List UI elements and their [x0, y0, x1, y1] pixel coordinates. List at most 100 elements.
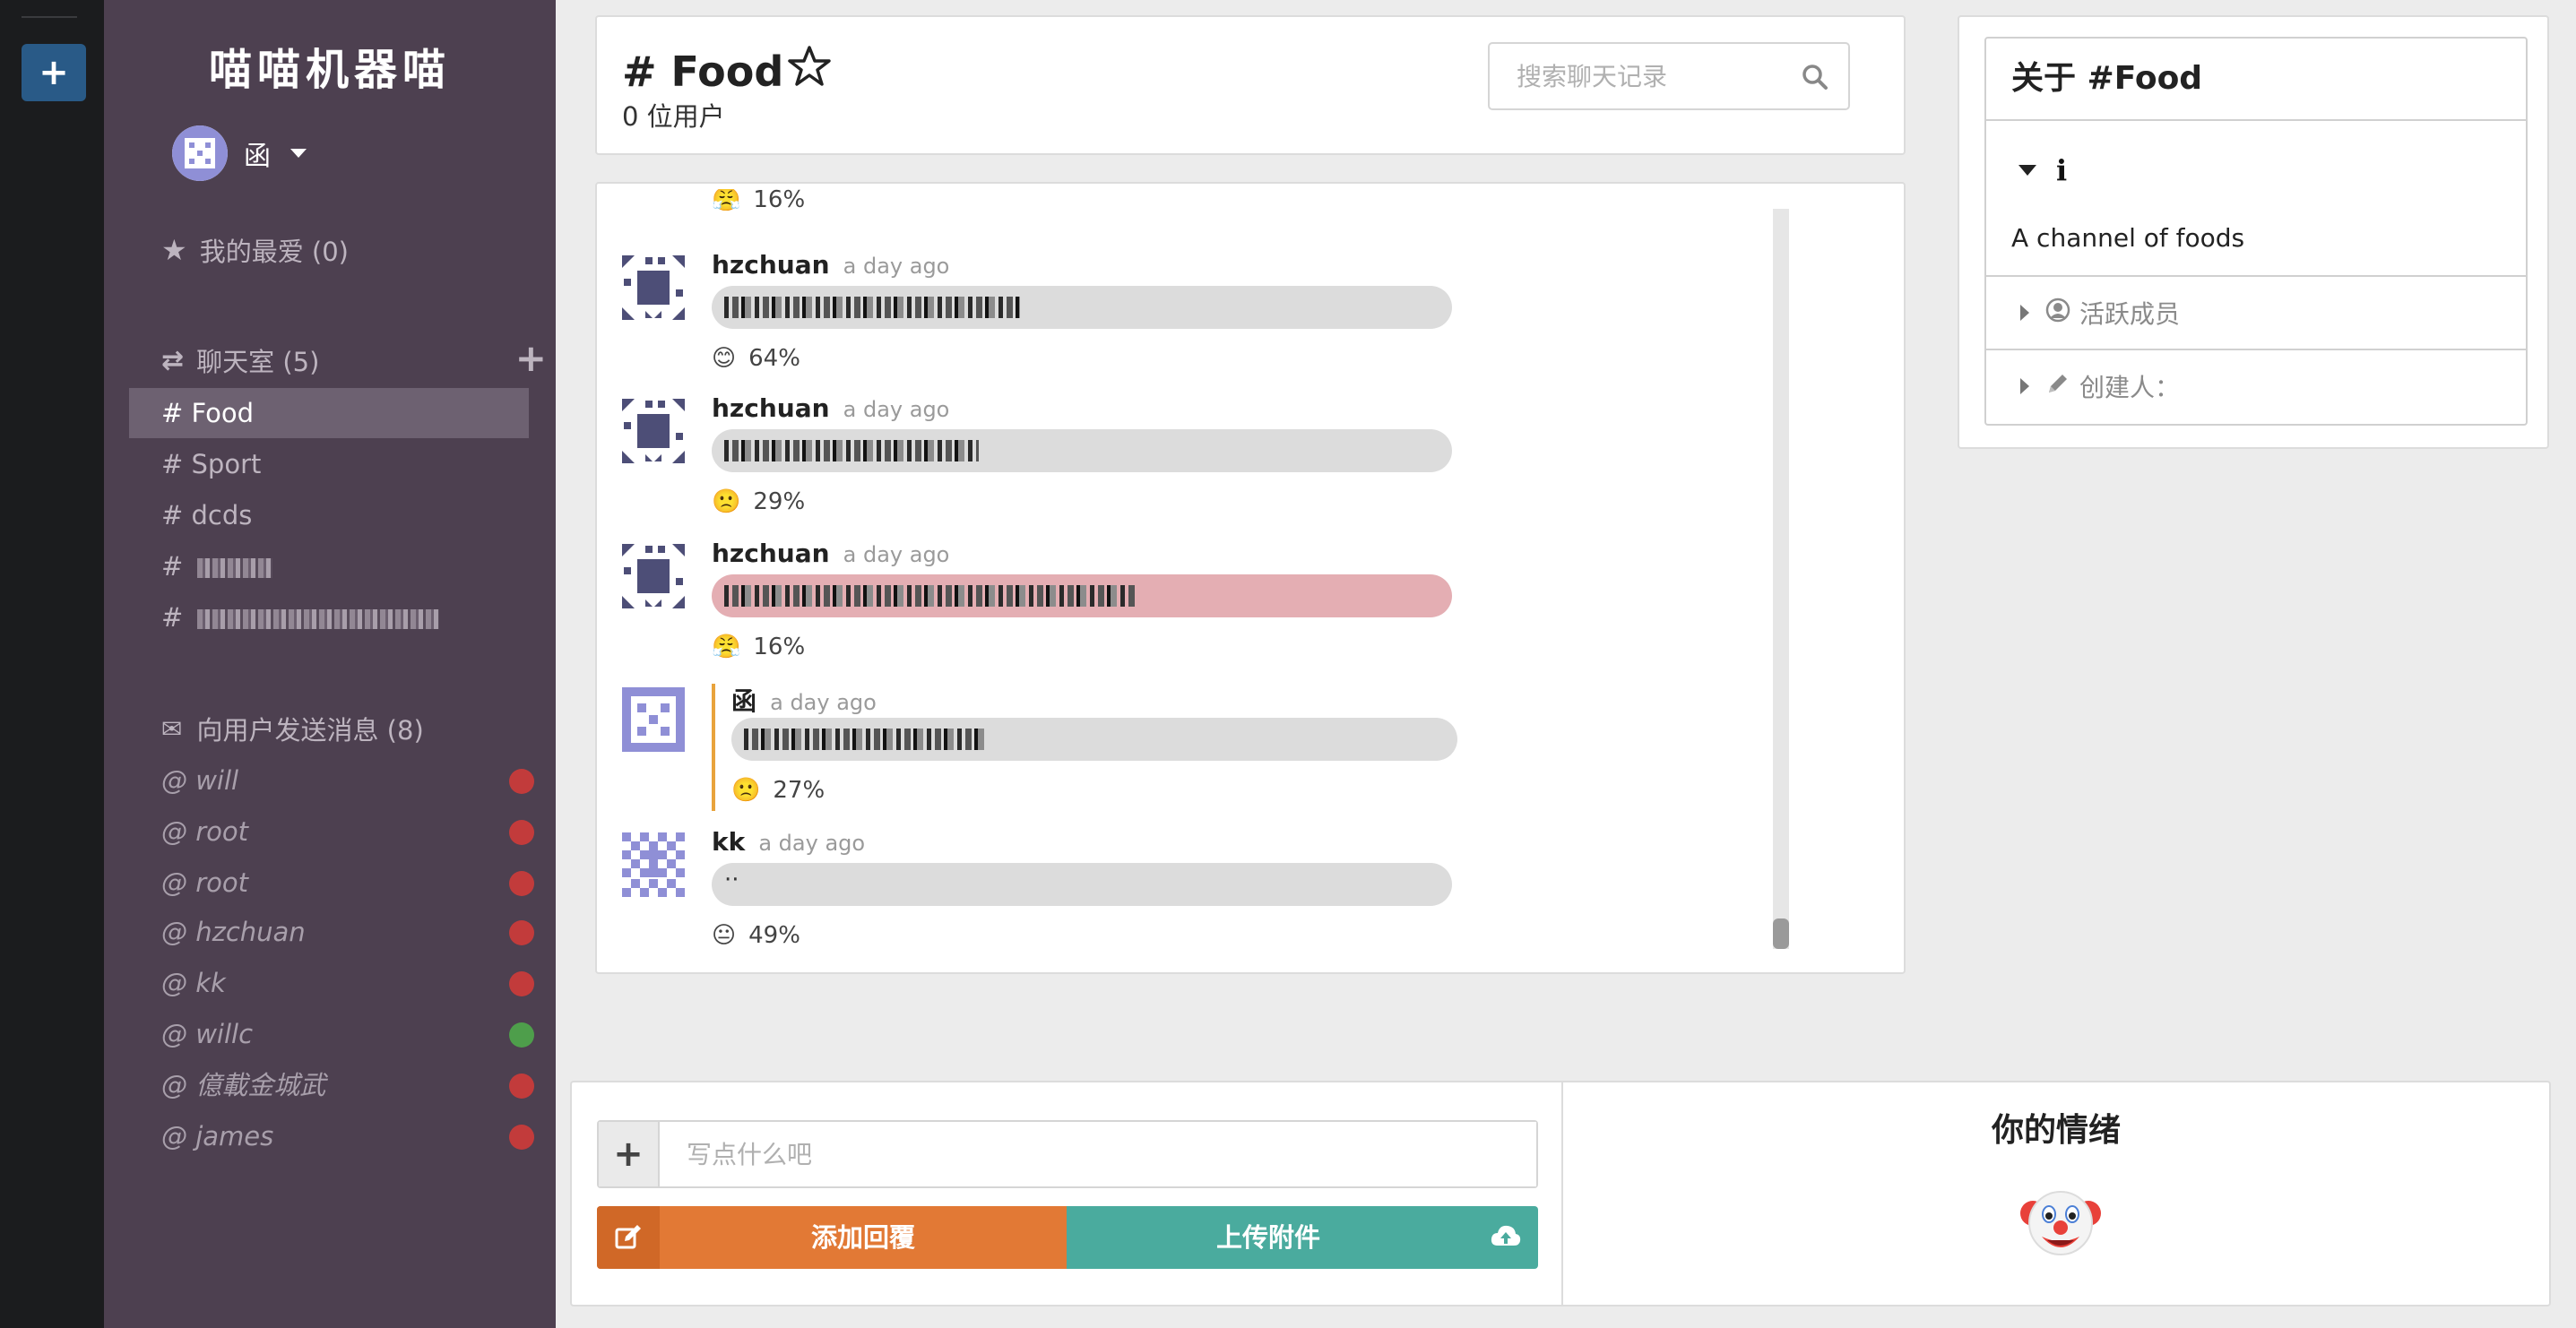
message-meta: kk a day ago: [712, 827, 865, 857]
message-emotion: 🙁 27%: [731, 777, 825, 804]
room-label: #: [161, 602, 184, 633]
dm-name: @ root: [161, 867, 248, 898]
dm-item-user-7[interactable]: @ 億載金城武: [161, 1063, 556, 1108]
upload-attachment-button[interactable]: 上传附件: [1067, 1206, 1538, 1269]
user-circle-icon: [2045, 298, 2070, 329]
emotion-percent: 27%: [773, 777, 826, 804]
user-name: 函: [244, 141, 271, 172]
add-attachment-button[interactable]: +: [599, 1122, 660, 1186]
message-time: a day ago: [843, 254, 950, 279]
channel-header: # Food 0 位用户: [595, 15, 1906, 155]
cloud-upload-icon: [1490, 1222, 1522, 1257]
room-label: #: [161, 551, 184, 582]
caret-right-icon: [2020, 378, 2029, 394]
status-dot: [509, 920, 534, 945]
dm-item-root[interactable]: @ root: [161, 809, 556, 854]
direct-messages-header: ✉ 向用户发送消息 (8): [161, 710, 424, 747]
room-item-food[interactable]: # Food: [129, 388, 529, 438]
search-input[interactable]: [1491, 46, 1796, 107]
message-bubble-negative[interactable]: [712, 574, 1452, 617]
creator-toggle[interactable]: 创建人：: [1986, 349, 2526, 422]
avatar: [172, 125, 228, 181]
message-bubble[interactable]: [712, 429, 1452, 472]
scrollbar-track[interactable]: [1773, 209, 1789, 949]
favorite-star-icon[interactable]: [787, 44, 832, 99]
avatar[interactable]: [622, 255, 685, 320]
emotion-percent: 16%: [753, 189, 806, 211]
emotion-emoji: 😤: [712, 634, 741, 660]
favorites-label: 我的最爱 (0): [199, 237, 349, 267]
caret-down-icon: [290, 149, 307, 158]
message-author[interactable]: hzchuan: [712, 250, 830, 280]
emotion-percent: 49%: [748, 922, 800, 949]
room-label: # Food: [161, 398, 255, 428]
dm-item-willc[interactable]: @ willc: [161, 1012, 556, 1056]
upload-label: 上传附件: [1215, 1222, 1320, 1253]
message-bubble[interactable]: [712, 286, 1452, 329]
message-meta: hzchuan a day ago: [712, 539, 949, 568]
user-menu[interactable]: 函: [172, 124, 307, 183]
search-icon[interactable]: [1802, 64, 1828, 94]
avatar[interactable]: [622, 399, 685, 463]
message-time: a day ago: [758, 831, 866, 856]
add-workspace-button[interactable]: +: [22, 44, 86, 101]
message-author[interactable]: kk: [712, 827, 745, 857]
status-dot: [509, 820, 534, 845]
dm-name: @ hzchuan: [161, 917, 306, 947]
dm-name: @ willc: [161, 1019, 254, 1049]
favorites-link[interactable]: ★ 我的最爱 (0): [161, 231, 349, 269]
reply-indicator: [712, 684, 715, 811]
page-title: # Food: [622, 44, 832, 99]
mood-panel: 你的情绪: [1561, 1081, 2551, 1306]
message-emotion: 😤 16%: [712, 189, 805, 211]
room-item-redacted-1[interactable]: #: [129, 541, 529, 591]
avatar[interactable]: [622, 687, 685, 752]
dm-item-kk[interactable]: @ kk: [161, 961, 556, 1005]
room-item-dcds[interactable]: # dcds: [129, 490, 529, 540]
emotion-emoji: 😤: [712, 189, 741, 211]
message-input[interactable]: [661, 1122, 1536, 1186]
message-text: ··: [724, 867, 739, 893]
message-time: a day ago: [843, 542, 950, 567]
add-reply-button[interactable]: 添加回覆: [597, 1206, 1067, 1269]
message-bubble[interactable]: ··: [712, 863, 1452, 906]
dm-name: @ root: [161, 816, 248, 847]
message-author[interactable]: hzchuan: [712, 539, 830, 568]
emotion-emoji: 😊: [712, 345, 737, 372]
room-item-redacted-2[interactable]: #: [129, 592, 529, 642]
emotion-emoji: 😐: [712, 922, 737, 949]
avatar[interactable]: [622, 544, 685, 608]
dm-item-hzchuan[interactable]: @ hzchuan: [161, 910, 556, 954]
redacted-text: [724, 440, 979, 461]
status-dot: [509, 871, 534, 896]
room-label: # dcds: [161, 500, 253, 530]
message-bubble[interactable]: [731, 718, 1457, 761]
add-room-button[interactable]: +: [515, 336, 547, 380]
message-meta: hzchuan a day ago: [712, 393, 949, 423]
dm-item-root-2[interactable]: @ root: [161, 860, 556, 905]
scrollbar-thumb[interactable]: [1773, 918, 1789, 949]
dm-item-will[interactable]: @ will: [161, 758, 556, 803]
dm-name: @ kk: [161, 968, 226, 998]
active-members-label: 活跃成员: [2079, 299, 2181, 329]
message-author[interactable]: hzchuan: [712, 393, 830, 423]
rail-divider: [22, 16, 77, 18]
emotion-percent: 16%: [753, 634, 806, 660]
emotion-percent: 29%: [753, 488, 806, 515]
active-members-toggle[interactable]: 活跃成员: [1986, 275, 2526, 349]
clown-face-icon: [2020, 1191, 2101, 1255]
dm-item-james[interactable]: @ james: [161, 1114, 556, 1159]
message-author[interactable]: 函: [731, 686, 756, 716]
message-meta: hzchuan a day ago: [712, 250, 949, 280]
rooms-section-header: ⇄ 聊天室 (5) +: [161, 336, 547, 380]
message-composer: + 添加回覆 上传附件: [570, 1081, 1563, 1306]
avatar[interactable]: [622, 832, 685, 897]
emotion-percent: 64%: [748, 345, 800, 372]
member-count: 0 位用户: [622, 101, 725, 132]
about-title: 关于 #Food: [1986, 39, 2526, 121]
room-item-sport[interactable]: # Sport: [129, 439, 529, 489]
compose-input-group: +: [597, 1120, 1538, 1188]
redacted-text: [196, 558, 272, 578]
dm-name: @ james: [161, 1121, 274, 1151]
info-toggle[interactable]: i: [2018, 153, 2067, 187]
